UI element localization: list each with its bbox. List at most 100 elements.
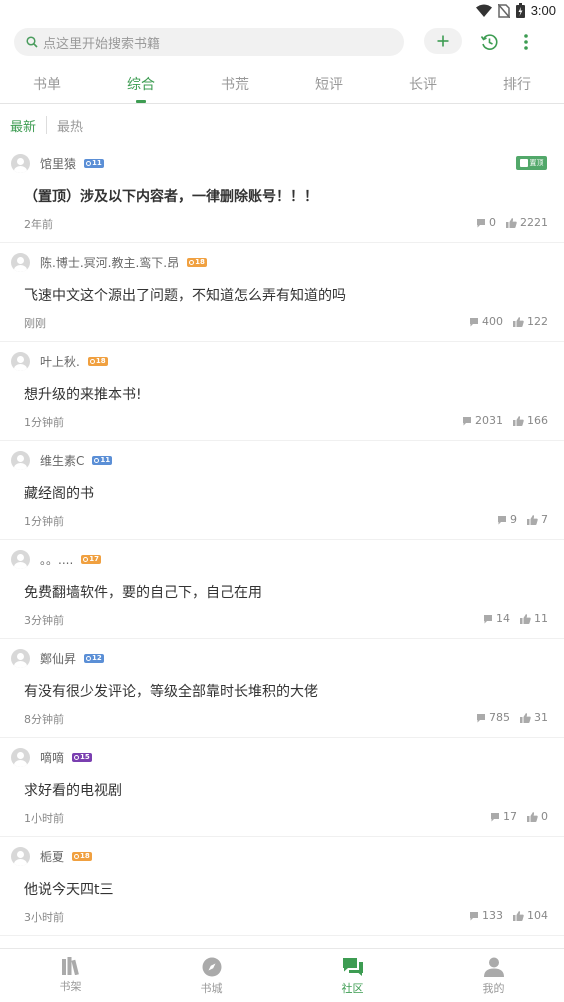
person-icon <box>483 957 504 977</box>
like-count[interactable]: 11 <box>520 612 548 625</box>
tab-1[interactable]: 综合 <box>94 64 188 103</box>
avatar[interactable] <box>11 352 30 371</box>
tab-label: 综合 <box>127 77 155 93</box>
comment-count[interactable]: 133 <box>469 909 503 922</box>
more-button[interactable] <box>514 29 538 55</box>
add-button[interactable] <box>424 28 462 54</box>
username-text: 馆里猿 <box>40 157 77 171</box>
post-content[interactable]: 飞速中文这个源出了问题，不知道怎么弄有知道的吗 <box>24 285 346 305</box>
comment-count-text: 133 <box>482 909 503 922</box>
like-count[interactable]: 104 <box>513 909 548 922</box>
comment-count[interactable]: 0 <box>476 216 496 229</box>
bottom-nav: 书架 书城 社区 我的 <box>0 948 564 1002</box>
username[interactable]: 栀夏 18 <box>40 848 92 865</box>
username[interactable]: 叶上秋. 18 <box>40 353 108 370</box>
avatar[interactable] <box>11 550 30 569</box>
nav-item-1[interactable]: 书城 <box>141 949 282 1002</box>
post-content[interactable]: 求好看的电视剧 <box>24 780 122 800</box>
pinned-tag: 置顶 <box>516 156 547 170</box>
tab-5[interactable]: 排行 <box>470 64 564 103</box>
like-count[interactable]: 166 <box>513 414 548 427</box>
like-count-text: 166 <box>527 414 548 427</box>
like-count[interactable]: 122 <box>513 315 548 328</box>
post-content[interactable]: （置顶）涉及以下内容者，一律删除账号！！！ <box>24 186 318 206</box>
post-time: 1小时前 <box>24 812 64 825</box>
tab-0[interactable]: 书单 <box>0 64 94 103</box>
post-time: 1分钟前 <box>24 515 64 528</box>
avatar[interactable] <box>11 253 30 272</box>
post-content[interactable]: 免费翻墙软件，要的自己下，自己在用 <box>24 582 262 602</box>
level-badge: 18 <box>187 258 207 267</box>
like-count-text: 7 <box>541 513 548 526</box>
history-button[interactable] <box>476 29 502 55</box>
nav-item-2[interactable]: 社区 <box>282 949 423 1002</box>
post-item[interactable]: 。。.... 17 免费翻墙软件，要的自己下，自己在用 3分钟前 14 11 <box>0 540 564 639</box>
comment-count-text: 785 <box>489 711 510 724</box>
like-count[interactable]: 2221 <box>506 216 548 229</box>
post-content[interactable]: 他说今天四t三 <box>24 879 114 899</box>
nav-label: 书架 <box>59 980 82 993</box>
sort-hottest[interactable]: 最热 <box>57 116 83 135</box>
post-item[interactable]: 栀夏 18 他说今天四t三 3小时前 133 104 <box>0 837 564 936</box>
chat-icon <box>342 958 363 976</box>
like-count-text: 0 <box>541 810 548 823</box>
wifi-icon <box>475 4 492 17</box>
like-count[interactable]: 0 <box>527 810 548 823</box>
avatar[interactable] <box>11 748 30 767</box>
like-count-text: 11 <box>534 612 548 625</box>
thumbs-up-icon <box>520 613 531 624</box>
comment-count[interactable]: 9 <box>497 513 517 526</box>
post-content[interactable]: 想升级的来推本书! <box>24 384 142 404</box>
level-badge: 18 <box>72 852 92 861</box>
post-time: 3小时前 <box>24 911 64 924</box>
username-text: 维生素C <box>40 454 85 468</box>
tab-3[interactable]: 短评 <box>282 64 376 103</box>
tab-4[interactable]: 长评 <box>376 64 470 103</box>
level-number: 17 <box>89 555 100 563</box>
post-item[interactable]: 叶上秋. 18 想升级的来推本书! 1分钟前 2031 166 <box>0 342 564 441</box>
post-item[interactable]: 嘀嘀 15 求好看的电视剧 1小时前 17 0 <box>0 738 564 837</box>
like-count[interactable]: 31 <box>520 711 548 724</box>
comment-count[interactable]: 17 <box>490 810 517 823</box>
comment-icon <box>477 713 485 722</box>
comment-count[interactable]: 2031 <box>462 414 503 427</box>
username[interactable]: 鄭仙昇 12 <box>40 650 104 667</box>
like-count[interactable]: 7 <box>527 513 548 526</box>
comment-icon <box>491 812 499 821</box>
comment-count[interactable]: 400 <box>469 315 503 328</box>
search-input[interactable]: 点这里开始搜索书籍 <box>14 28 404 56</box>
avatar[interactable] <box>11 154 30 173</box>
post-item[interactable]: 维生素C 11 藏经阁的书 1分钟前 9 7 <box>0 441 564 540</box>
post-stats: 2031 166 <box>452 414 548 427</box>
pin-icon <box>519 159 528 167</box>
like-count-text: 2221 <box>520 216 548 229</box>
tab-active-indicator <box>136 100 146 103</box>
thumbs-up-icon <box>513 316 524 327</box>
post-content[interactable]: 藏经阁的书 <box>24 483 94 503</box>
username[interactable]: 陈.博士.冥河.教主.鸾下.昂 18 <box>40 254 207 271</box>
username-text: 叶上秋. <box>40 355 80 369</box>
avatar[interactable] <box>11 649 30 668</box>
sort-divider <box>46 116 48 134</box>
username[interactable]: 馆里猿 11 <box>40 155 104 172</box>
comment-count[interactable]: 14 <box>483 612 510 625</box>
post-time: 刚刚 <box>24 317 46 330</box>
username[interactable]: 嘀嘀 15 <box>40 749 92 766</box>
tab-2[interactable]: 书荒 <box>188 64 282 103</box>
level-ring-icon <box>189 260 195 265</box>
post-item[interactable]: 鄭仙昇 12 有没有很少发评论，等级全部靠时长堆积的大佬 8分钟前 785 31 <box>0 639 564 738</box>
comment-count[interactable]: 785 <box>476 711 510 724</box>
avatar[interactable] <box>11 451 30 470</box>
search-icon <box>26 36 38 48</box>
post-item[interactable]: 馆里猿 11 置顶 （置顶）涉及以下内容者，一律删除账号！！！ 2年前 0 2221 <box>0 144 564 243</box>
level-ring-icon <box>74 854 80 859</box>
username[interactable]: 维生素C 11 <box>40 452 113 469</box>
post-item[interactable]: 陈.博士.冥河.教主.鸾下.昂 18 飞速中文这个源出了问题，不知道怎么弄有知道的吗… <box>0 243 564 342</box>
sort-latest[interactable]: 最新 <box>10 116 36 135</box>
post-content[interactable]: 有没有很少发评论，等级全部靠时长堆积的大佬 <box>24 681 318 701</box>
username[interactable]: 。。.... 17 <box>40 551 102 568</box>
comment-icon <box>477 218 485 227</box>
avatar[interactable] <box>11 847 30 866</box>
nav-item-3[interactable]: 我的 <box>423 949 564 1002</box>
nav-item-0[interactable]: 书架 <box>0 949 141 1002</box>
